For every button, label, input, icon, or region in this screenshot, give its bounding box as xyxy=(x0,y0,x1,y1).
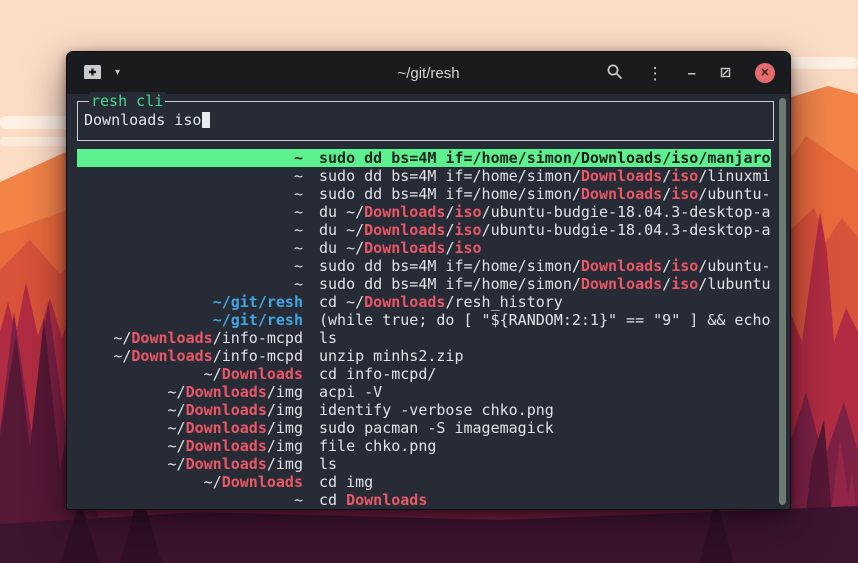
row-location: ~/git/resh xyxy=(77,311,303,329)
row-location: ~/Downloads/info-mcpd xyxy=(77,329,303,347)
row-location: ~/Downloads/img xyxy=(77,383,303,401)
history-row[interactable]: ~/Downloads cd info-mcpd/ xyxy=(77,365,771,383)
search-panel[interactable]: resh cli Downloads iso xyxy=(77,101,774,141)
row-location: ~ xyxy=(77,185,303,203)
row-location: ~ xyxy=(77,275,303,293)
row-command: du ~/Downloads/iso/ubuntu-budgie-18.04.3… xyxy=(319,203,771,221)
search-icon xyxy=(606,63,623,83)
history-row[interactable]: ~ du ~/Downloads/iso/ubuntu-budgie-18.04.… xyxy=(77,203,771,221)
row-location: ~ xyxy=(77,149,303,167)
history-row[interactable]: ~/Downloads/img sudo pacman -S imagemagic… xyxy=(77,419,771,437)
chevron-down-icon: ▾ xyxy=(115,67,120,78)
search-query-text: Downloads iso xyxy=(84,111,201,129)
search-button[interactable] xyxy=(606,63,623,83)
row-command: ls xyxy=(319,329,337,347)
kebab-menu-icon: ⋮ xyxy=(647,65,664,82)
row-command: cd ~/Downloads/resh_history xyxy=(319,293,563,311)
history-row[interactable]: ~ du ~/Downloads/iso xyxy=(77,239,771,257)
history-row[interactable]: ~/Downloads cd img xyxy=(77,473,771,491)
new-tab-button[interactable] xyxy=(83,64,102,83)
history-row[interactable]: ~/git/resh (while true; do [ "${RANDOM:2:… xyxy=(77,311,771,329)
row-location: ~ xyxy=(77,239,303,257)
scrollbar[interactable] xyxy=(778,98,787,505)
tab-dropdown-button[interactable]: ▾ xyxy=(115,68,120,78)
row-command: sudo dd bs=4M if=/home/simon/Downloads/i… xyxy=(319,149,771,167)
row-location: ~/Downloads xyxy=(77,473,303,491)
row-command: identify -verbose chko.png xyxy=(319,401,554,419)
close-button[interactable]: ✕ xyxy=(755,63,775,83)
new-tab-icon xyxy=(83,64,102,83)
history-row[interactable]: ~ sudo dd bs=4M if=/home/simon/Downloads/… xyxy=(77,167,771,185)
row-command: file chko.png xyxy=(319,437,436,455)
row-location: ~/Downloads/img xyxy=(77,455,303,473)
row-command: sudo dd bs=4M if=/home/simon/Downloads/i… xyxy=(319,257,771,275)
row-location: ~ xyxy=(77,221,303,239)
row-location: ~/Downloads/img xyxy=(77,437,303,455)
minimize-icon: – xyxy=(688,66,696,81)
history-row[interactable]: ~ sudo dd bs=4M if=/home/simon/Downloads/… xyxy=(77,185,771,203)
row-command: du ~/Downloads/iso xyxy=(319,239,482,257)
text-cursor xyxy=(202,112,210,128)
row-command: sudo dd bs=4M if=/home/simon/Downloads/i… xyxy=(319,167,771,185)
history-row[interactable]: ~/Downloads/info-mcpd ls xyxy=(77,329,771,347)
row-location: ~ xyxy=(77,167,303,185)
row-command: (while true; do [ "${RANDOM:2:1}" == "9"… xyxy=(319,311,771,329)
titlebar: ▾ ~/git/resh ⋮ – xyxy=(67,52,790,94)
scrollbar-thumb[interactable] xyxy=(779,98,786,505)
row-command: cd img xyxy=(319,473,373,491)
row-location: ~ xyxy=(77,203,303,221)
history-row[interactable]: ~/Downloads/img ls xyxy=(77,455,771,473)
row-command: sudo dd bs=4M if=/home/simon/Downloads/i… xyxy=(319,275,771,293)
row-location: ~/Downloads xyxy=(77,365,303,383)
history-row[interactable]: ~/Downloads/img acpi -V xyxy=(77,383,771,401)
minimize-button[interactable]: – xyxy=(688,66,696,81)
row-location: ~/Downloads/info-mcpd xyxy=(77,347,303,365)
row-command: cd Downloads xyxy=(319,491,427,509)
restore-window-icon xyxy=(720,66,731,81)
desktop: ▾ ~/git/resh ⋮ – xyxy=(0,0,858,563)
history-row[interactable]: ~/Downloads/info-mcpd unzip minhs2.zip xyxy=(77,347,771,365)
terminal-window: ▾ ~/git/resh ⋮ – xyxy=(66,51,791,510)
history-row[interactable]: ~ cd Downloads xyxy=(77,491,771,509)
row-command: unzip minhs2.zip xyxy=(319,347,464,365)
row-location: ~/git/resh xyxy=(77,293,303,311)
history-list: ~ sudo dd bs=4M if=/home/simon/Downloads/… xyxy=(77,149,771,509)
restore-button[interactable] xyxy=(720,66,731,81)
history-row[interactable]: ~ du ~/Downloads/iso/ubuntu-budgie-18.04.… xyxy=(77,221,771,239)
close-icon: ✕ xyxy=(760,68,769,79)
row-location: ~ xyxy=(77,257,303,275)
row-command: ls xyxy=(319,455,337,473)
row-location: ~/Downloads/img xyxy=(77,419,303,437)
history-row[interactable]: ~/git/resh cd ~/Downloads/resh_history xyxy=(77,293,771,311)
search-input[interactable]: Downloads iso xyxy=(84,111,210,129)
history-row-selected[interactable]: ~ sudo dd bs=4M if=/home/simon/Downloads/… xyxy=(77,149,771,167)
row-command: sudo dd bs=4M if=/home/simon/Downloads/i… xyxy=(319,185,771,203)
history-row[interactable]: ~ sudo dd bs=4M if=/home/simon/Downloads/… xyxy=(77,275,771,293)
row-command: du ~/Downloads/iso/ubuntu-budgie-18.04.3… xyxy=(319,221,771,239)
row-command: sudo pacman -S imagemagick xyxy=(319,419,554,437)
row-location: ~ xyxy=(77,491,303,509)
row-location: ~/Downloads/img xyxy=(77,401,303,419)
menu-button[interactable]: ⋮ xyxy=(647,65,664,82)
history-row[interactable]: ~/Downloads/img file chko.png xyxy=(77,437,771,455)
row-command: acpi -V xyxy=(319,383,382,401)
search-panel-label: resh cli xyxy=(89,92,165,111)
history-row[interactable]: ~ sudo dd bs=4M if=/home/simon/Downloads/… xyxy=(77,257,771,275)
row-command: cd info-mcpd/ xyxy=(319,365,436,383)
history-row[interactable]: ~/Downloads/img identify -verbose chko.pn… xyxy=(77,401,771,419)
